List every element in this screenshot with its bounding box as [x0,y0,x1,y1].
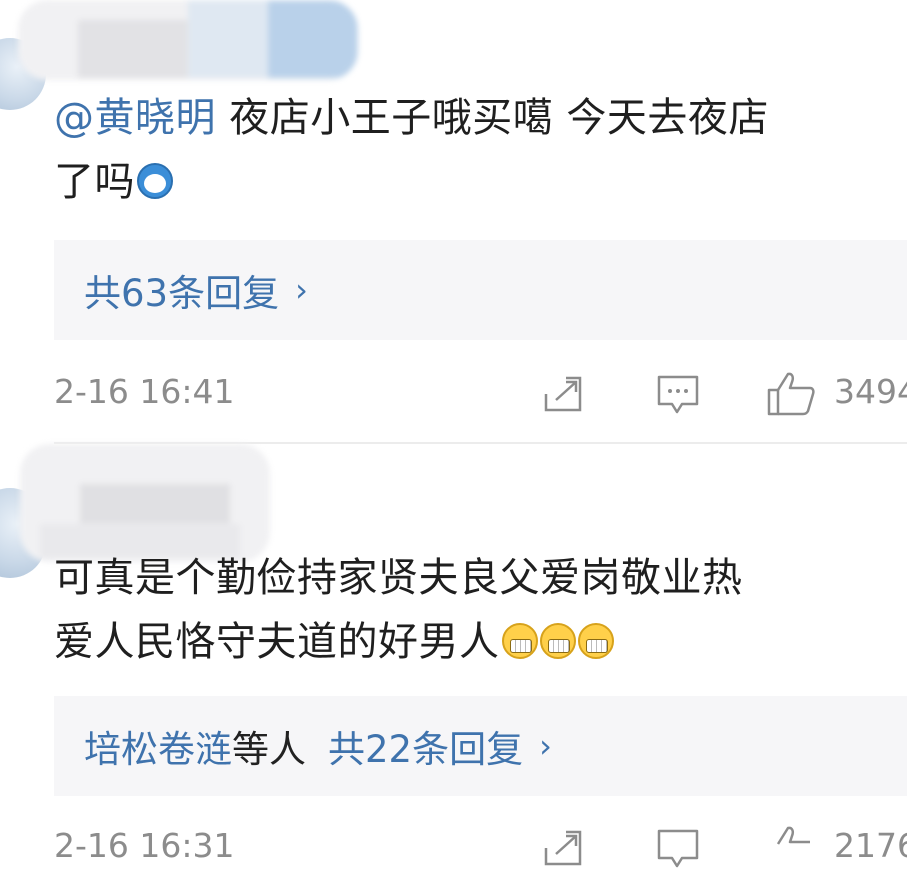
grin-emoji-icon [501,623,538,659]
thumbs-up-icon[interactable] [766,370,816,416]
comment-text-line1: 夜店小王子哦买噶 今天去夜店 [216,95,769,141]
share-forward-icon[interactable] [542,828,584,868]
comment-body: @黄晓明 夜店小王子哦买噶 今天去夜店 了吗 [54,86,769,214]
mention-link[interactable]: @黄晓明 [54,95,216,141]
comment-text-line2: 爱人民恪守夫道的好男人 [54,619,500,665]
grin-emoji-icon [539,623,576,659]
comment-timestamp: 2-16 16:31 [54,826,235,865]
thumbs-up-icon[interactable] [766,824,816,870]
comment-text-line2: 了吗 [54,159,135,205]
reply-users-suffix: 等人 [232,728,306,771]
replies-count-label: 共22条回复 [328,728,524,771]
replies-button[interactable]: 培松卷涟 等人 共22条回复 › [54,696,907,796]
chevron-right-icon: › [295,271,308,309]
comment-text-line1: 可真是个勤俭持家贤夫良父爱岗敬业热 [54,555,743,601]
comment-timestamp: 2-16 16:41 [54,372,235,411]
reply-users-link[interactable]: 培松卷涟 [84,719,232,773]
replies-count-label: 共63条回复 [84,272,280,315]
blurred-username [18,0,358,80]
comment-body: 可真是个勤俭持家贤夫良父爱岗敬业热 爱人民恪守夫道的好男人 [54,546,743,674]
like-count: 2176 [834,826,907,865]
blurred-username [20,444,270,562]
replies-button[interactable]: 共63条回复 › [54,240,907,340]
doraemon-emoji-icon [137,163,173,199]
chevron-right-icon: › [539,727,552,765]
share-forward-icon[interactable] [542,374,584,414]
comment-bubble-icon[interactable] [656,374,700,416]
comment-bubble-icon[interactable] [656,828,700,870]
like-count: 3494 [834,372,907,411]
grin-emoji-icon [577,623,614,659]
